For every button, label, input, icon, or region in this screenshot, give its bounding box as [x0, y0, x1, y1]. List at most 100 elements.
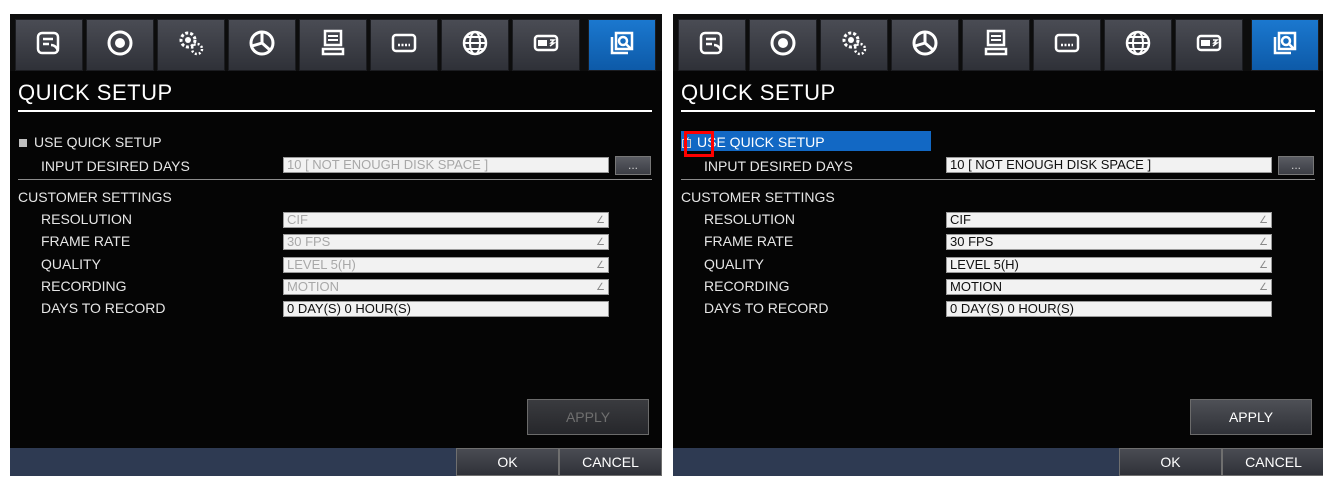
section-divider	[18, 179, 652, 180]
highlight-box	[684, 131, 714, 157]
pie-chart-icon	[246, 27, 278, 64]
tab-storage[interactable]	[962, 19, 1030, 71]
record-circle-icon	[104, 27, 136, 64]
hand-list-icon	[696, 27, 728, 64]
device-toggle-icon	[1193, 27, 1225, 64]
input-desired-days-field[interactable]: 10 [ NOT ENOUGH DISK SPACE ]	[283, 157, 609, 173]
days-to-record-value: 0 DAY(S) 0 HOUR(S)	[946, 301, 1272, 317]
tab-statistics[interactable]	[891, 19, 959, 71]
ok-button[interactable]: OK	[1119, 448, 1222, 476]
storage-icon	[317, 27, 349, 64]
globe-icon	[459, 27, 491, 64]
footer-bar: OK CANCEL	[673, 448, 1323, 476]
gear-icon	[838, 27, 870, 64]
tab-settings[interactable]	[820, 19, 888, 71]
desired-days-browse-button[interactable]: ...	[615, 156, 651, 175]
recording-label: RECORDING	[41, 278, 127, 294]
input-desired-days-label: INPUT DESIRED DAYS	[704, 158, 853, 174]
desired-days-browse-button[interactable]: ...	[1278, 156, 1314, 175]
page-title: QUICK SETUP	[681, 80, 836, 105]
menu-toolbar	[673, 14, 1323, 71]
dropdown-icon: ∠	[596, 260, 605, 271]
recording-label: RECORDING	[704, 278, 790, 294]
recording-value: MOTION	[950, 279, 1002, 294]
frame-rate-label: FRAME RATE	[704, 233, 794, 249]
globe-icon	[1122, 27, 1154, 64]
record-circle-icon	[767, 27, 799, 64]
title-divider	[18, 110, 652, 112]
resolution-select[interactable]: CIF ∠	[946, 212, 1272, 228]
tab-quick-setup[interactable]	[1251, 19, 1319, 71]
frame-rate-label: FRAME RATE	[41, 233, 131, 249]
title-divider	[681, 110, 1315, 112]
tab-statistics[interactable]	[228, 19, 296, 71]
days-to-record-label: DAYS TO RECORD	[41, 300, 166, 316]
keyboard-icon	[388, 27, 420, 64]
frame-rate-select[interactable]: 30 FPS ∠	[946, 234, 1272, 250]
dropdown-icon: ∠	[596, 282, 605, 293]
resolution-value: CIF	[287, 212, 308, 227]
input-desired-days-field[interactable]: 10 [ NOT ENOUGH DISK SPACE ]	[946, 157, 1272, 173]
tab-record[interactable]	[86, 19, 154, 71]
footer-bar: OK CANCEL	[10, 448, 662, 476]
dropdown-icon: ∠	[1259, 215, 1268, 226]
section-divider	[681, 179, 1315, 180]
recording-select[interactable]: MOTION ∠	[283, 279, 609, 295]
quality-select[interactable]: LEVEL 5(H) ∠	[946, 257, 1272, 273]
quick-setup-panel-unchecked: QUICK SETUP USE QUICK SETUP INPUT DESIRE…	[10, 14, 662, 476]
menu-toolbar	[10, 14, 662, 71]
tab-display[interactable]	[15, 19, 83, 71]
dropdown-icon: ∠	[1259, 260, 1268, 271]
frame-rate-value: 30 FPS	[287, 234, 331, 249]
days-to-record-value: 0 DAY(S) 0 HOUR(S)	[283, 301, 609, 317]
resolution-select[interactable]: CIF ∠	[283, 212, 609, 228]
customer-settings-heading: CUSTOMER SETTINGS	[681, 189, 835, 205]
tab-settings[interactable]	[157, 19, 225, 71]
keyboard-icon	[1051, 27, 1083, 64]
quick-setup-panel-checked: QUICK SETUP USE QUICK SETUP INPUT DESIRE…	[673, 14, 1323, 476]
ok-button[interactable]: OK	[456, 448, 559, 476]
dropdown-icon: ∠	[596, 237, 605, 248]
pie-chart-icon	[909, 27, 941, 64]
resolution-label: RESOLUTION	[41, 211, 133, 227]
page-title: QUICK SETUP	[18, 80, 173, 105]
tab-keyboard[interactable]	[370, 19, 438, 71]
quality-label: QUALITY	[41, 256, 101, 272]
recording-select[interactable]: MOTION ∠	[946, 279, 1272, 295]
use-quick-setup-label[interactable]: USE QUICK SETUP	[697, 133, 825, 151]
dropdown-icon: ∠	[596, 215, 605, 226]
gear-icon	[175, 27, 207, 64]
quality-select[interactable]: LEVEL 5(H) ∠	[283, 257, 609, 273]
cancel-button[interactable]: CANCEL	[559, 448, 662, 476]
use-quick-setup-label[interactable]: USE QUICK SETUP	[34, 133, 162, 151]
quality-label: QUALITY	[704, 256, 764, 272]
input-desired-days-label: INPUT DESIRED DAYS	[41, 158, 190, 174]
quick-search-icon	[1269, 27, 1301, 64]
days-to-record-label: DAYS TO RECORD	[704, 300, 829, 316]
tab-quick-setup[interactable]	[588, 19, 656, 71]
tab-display[interactable]	[678, 19, 746, 71]
tab-network[interactable]	[1104, 19, 1172, 71]
use-quick-setup-checkbox[interactable]	[19, 139, 27, 147]
tab-keyboard[interactable]	[1033, 19, 1101, 71]
tab-record[interactable]	[749, 19, 817, 71]
frame-rate-value: 30 FPS	[950, 234, 994, 249]
device-toggle-icon	[530, 27, 562, 64]
recording-value: MOTION	[287, 279, 339, 294]
apply-button[interactable]: APPLY	[1190, 399, 1312, 435]
dropdown-icon: ∠	[1259, 237, 1268, 248]
resolution-label: RESOLUTION	[704, 211, 796, 227]
cancel-button[interactable]: CANCEL	[1222, 448, 1323, 476]
resolution-value: CIF	[950, 212, 971, 227]
tab-network[interactable]	[441, 19, 509, 71]
customer-settings-heading: CUSTOMER SETTINGS	[18, 189, 172, 205]
tab-storage[interactable]	[299, 19, 367, 71]
frame-rate-select[interactable]: 30 FPS ∠	[283, 234, 609, 250]
dropdown-icon: ∠	[1259, 282, 1268, 293]
apply-button[interactable]: APPLY	[527, 399, 649, 435]
tab-device[interactable]	[1175, 19, 1243, 71]
tab-device[interactable]	[512, 19, 580, 71]
storage-icon	[980, 27, 1012, 64]
hand-list-icon	[33, 27, 65, 64]
quality-value: LEVEL 5(H)	[950, 257, 1019, 272]
